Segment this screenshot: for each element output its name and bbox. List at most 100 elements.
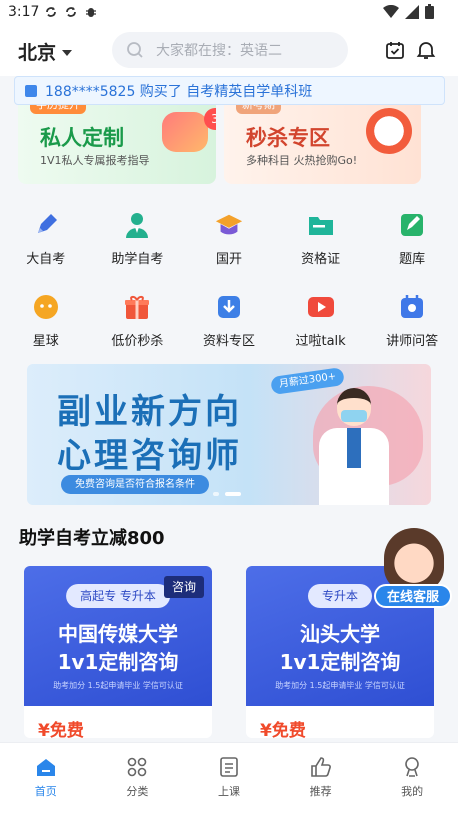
home-icon [36,759,55,776]
purchase-notice[interactable]: 188****5825 购买了 自考精英自学单科班 [14,76,445,105]
grid-item-lecturer-qa[interactable]: 讲师问答 [366,292,458,349]
course-price: ¥免费 [260,721,306,738]
search-placeholder: 大家都在搜：英语二 [156,43,282,59]
course-price: ¥免费 [38,721,84,738]
grid-item-label: 助学自考 [111,252,164,267]
download-icon [214,292,244,322]
thumbs-up-icon [310,757,331,777]
course-subtitle: 1v1定制咨询 [57,650,179,674]
graduation-cap-icon [214,210,244,240]
course-card[interactable]: 高起专 专升本 咨询 中国传媒大学 1v1定制咨询 助考加分 1.5起申请毕业 … [24,566,212,738]
promo-banner[interactable]: 副业新方向 心理咨询师 免费咨询是否符合报名条件 月薪过300+ [27,364,431,505]
person-icon [405,757,419,777]
bottom-tab-bar: 首页 分类 上课 推荐 我的 [0,742,458,814]
promo-flash-sale[interactable]: 新考期 秒杀专区 多种科目 火热抢购Go! [224,98,421,184]
grid-item-materials[interactable]: 资料专区 [183,292,275,349]
customer-service-button[interactable]: 在线客服 [372,528,454,610]
grid-item-label: 资料专区 [202,334,255,349]
sync-icon [66,7,76,17]
course-footnote: 助考加分 1.5起申请毕业 学信可认证 [53,681,183,690]
signal-icon [405,4,419,19]
notice-text: 188****5825 购买了 自考精英自学单科班 [45,83,313,100]
agent-avatar [384,528,444,592]
grid-item-label: 低价秒杀 [111,334,164,349]
tab-label: 推荐 [309,785,332,798]
bug-icon [86,8,96,17]
status-notification-icons [44,5,98,19]
course-tag: 专升本 [307,584,373,608]
grid-item-label: 过啦talk [295,334,346,349]
tab-home[interactable]: 首页 [0,743,92,814]
grid-item-zhuxue-zikao[interactable]: 助学自考 [92,210,184,267]
promo-private-custom[interactable]: 学历提升 私人定制 1V1私人专属报考指导 3 [18,98,216,184]
folder-icon [306,210,336,240]
tab-label: 首页 [34,785,57,798]
grid-item-guokai[interactable]: 国开 [183,210,275,267]
sync-icon [46,7,56,17]
gift-icon [122,292,152,322]
calendar-check-icon[interactable] [384,39,406,61]
city-selector[interactable]: 北京 [18,38,73,65]
pen-icon [31,210,61,240]
status-time: 3:17 [8,4,40,20]
course-footnote: 助考加分 1.5起申请毕业 学信可认证 [275,681,405,690]
tab-mine[interactable]: 我的 [366,743,458,814]
grid-item-planet[interactable]: 星球 [0,292,92,349]
doctor-illustration [319,388,389,505]
course-tag: 高起专 专升本 [66,584,170,608]
message-icon [25,84,37,97]
grid-item-label: 资格证 [301,252,341,267]
grid-item-flash-sale[interactable]: 低价秒杀 [92,292,184,349]
planet-icon [31,292,61,322]
category-grid-row-1: 大自考 助学自考 国开 资格证 题库 [0,210,458,267]
grid-item-label: 题库 [399,252,426,267]
wifi-icon [383,4,399,18]
grid-item-label: 国开 [215,252,242,267]
teacher-icon [122,210,152,240]
course-title: 汕头大学 [300,622,380,646]
consult-button[interactable]: 咨询 [163,576,204,598]
banner-line-2: 心理咨询师 [57,436,242,476]
tab-label: 分类 [126,785,149,798]
grid-item-da-zikao[interactable]: 大自考 [0,210,92,267]
notepad-icon [397,210,427,240]
grid-icon [128,757,147,777]
course-subtitle: 1v1定制咨询 [279,650,401,674]
tab-label: 我的 [401,785,424,798]
grid-item-talk[interactable]: 过啦talk [275,292,367,349]
caret-down-icon [62,49,73,56]
book-icon [220,757,238,777]
top-bar: 北京 大家都在搜：英语二 [0,26,458,76]
tab-category[interactable]: 分类 [92,743,184,814]
status-system-icons [383,4,434,19]
chat-bubble-icon [162,112,208,152]
carousel-indicator [213,492,241,496]
battery-icon [425,4,434,19]
bell-icon[interactable] [415,39,437,61]
video-play-icon [306,292,336,322]
alarm-clock-icon [366,108,412,154]
grid-item-label: 大自考 [26,252,66,267]
tab-class[interactable]: 上课 [183,743,275,814]
grid-item-qualification[interactable]: 资格证 [275,210,367,267]
grid-item-label: 星球 [32,334,59,349]
calendar-chat-icon [397,292,427,322]
category-grid-row-2: 星球 低价秒杀 资料专区 过啦talk 讲师问答 [0,292,458,349]
search-icon [127,42,143,58]
section-title: 助学自考立减800 [19,528,165,549]
customer-service-label: 在线客服 [374,584,452,608]
tab-label: 上课 [217,785,240,798]
promo-title: 私人定制 [40,126,124,150]
course-title: 中国传媒大学 [58,622,178,646]
promo-subtitle: 多种科目 火热抢购Go! [246,154,358,167]
grid-item-question-bank[interactable]: 题库 [366,210,458,267]
search-bar[interactable]: 大家都在搜：英语二 [112,32,348,68]
city-label: 北京 [18,42,57,64]
promo-subtitle: 1V1私人专属报考指导 [40,154,150,167]
banner-consult-button[interactable]: 免费咨询是否符合报名条件 [61,475,209,494]
grid-item-label: 讲师问答 [386,334,439,349]
tab-recommend[interactable]: 推荐 [275,743,367,814]
promo-title: 秒杀专区 [246,126,330,150]
status-bar: 3:17 [0,0,458,26]
banner-line-1: 副业新方向 [57,392,242,432]
